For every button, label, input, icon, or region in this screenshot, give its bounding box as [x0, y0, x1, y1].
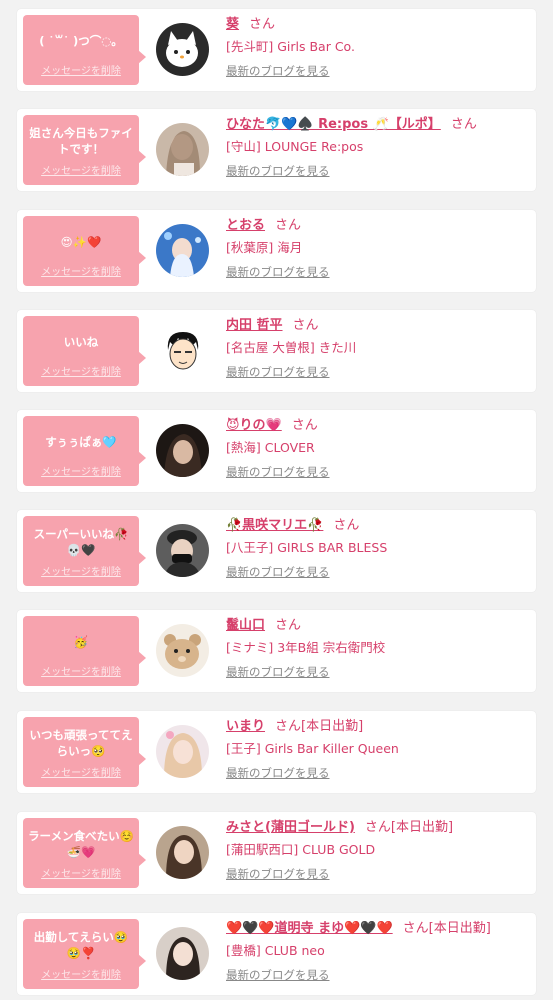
- message-bubble: 😍✨❤️ メッセージを削除: [23, 216, 146, 286]
- avatar[interactable]: [156, 927, 209, 980]
- avatar[interactable]: [156, 424, 209, 477]
- message-text: ( ˙꒳˙ )つ⌒◌。: [39, 34, 123, 48]
- message-bubble: ( ˙꒳˙ )つ⌒◌。 メッセージを削除: [23, 15, 146, 85]
- list-item: 出勤してえらい🥹🥹❣️ メッセージを削除 ❤️🖤❤️道明寺 まゆ❤️🖤❤️ さん[…: [17, 913, 536, 995]
- shop-info: [王子] Girls Bar Killer Queen: [226, 741, 399, 756]
- sender-name[interactable]: ひなた🐬💙♠️ Re:pos 🥂【ルポ】: [226, 117, 441, 132]
- message-list: ( ˙꒳˙ )つ⌒◌。 メッセージを削除 葵さん [先斗町] Girls Bar…: [0, 0, 553, 1000]
- latest-blog-link[interactable]: 最新のブログを見る: [226, 464, 530, 480]
- sender-name[interactable]: ❤️🖤❤️道明寺 まゆ❤️🖤❤️: [226, 921, 393, 936]
- honorific: さん[本日出勤]: [275, 719, 364, 734]
- delete-message-link[interactable]: メッセージを削除: [23, 263, 139, 278]
- honorific: さん: [291, 418, 318, 433]
- latest-blog-link[interactable]: 最新のブログを見る: [226, 163, 530, 179]
- message-text: 出勤してえらい🥹🥹❣️: [33, 930, 129, 960]
- latest-blog-link[interactable]: 最新のブログを見る: [226, 63, 530, 79]
- list-item: ( ˙꒳˙ )つ⌒◌。 メッセージを削除 葵さん [先斗町] Girls Bar…: [17, 9, 536, 91]
- honorific: さん: [275, 218, 302, 233]
- sender-name[interactable]: 🥀黒咲マリエ🥀: [226, 518, 323, 533]
- sender-name[interactable]: とおる: [226, 218, 265, 233]
- shop-info: [ミナミ] 3年B組 宗右衛門校: [226, 640, 386, 655]
- honorific: さん: [292, 318, 319, 333]
- sender-name[interactable]: いまり: [226, 719, 265, 734]
- avatar[interactable]: [156, 524, 209, 577]
- shop-info: [豊橋] CLUB neo: [226, 943, 325, 958]
- delete-message-link[interactable]: メッセージを削除: [23, 663, 139, 678]
- honorific: さん[本日出勤]: [402, 921, 491, 936]
- honorific: さん: [249, 17, 276, 32]
- latest-blog-link[interactable]: 最新のブログを見る: [226, 765, 530, 781]
- latest-blog-link[interactable]: 最新のブログを見る: [226, 264, 530, 280]
- message-bubble: いいね メッセージを削除: [23, 316, 146, 386]
- avatar[interactable]: [156, 23, 209, 76]
- shop-info: [名古屋 大曽根] きた川: [226, 340, 357, 355]
- message-bubble: 姐さん今日もファイトです！ メッセージを削除: [23, 115, 146, 185]
- message-text: すぅぅぱぁ🩵: [45, 435, 117, 449]
- message-text: いつも頑張っててえらいっ🥺: [29, 728, 133, 758]
- message-bubble: いつも頑張っててえらいっ🥺 メッセージを削除: [23, 717, 146, 787]
- delete-message-link[interactable]: メッセージを削除: [23, 865, 139, 880]
- shop-info: [八王子] GIRLS BAR BLESS: [226, 540, 388, 555]
- latest-blog-link[interactable]: 最新のブログを見る: [226, 967, 530, 983]
- list-item: スーパーいいね🥀💀🖤 メッセージを削除 🥀黒咲マリエ🥀 さん [八王子] GIRL…: [17, 510, 536, 592]
- message-bubble: 出勤してえらい🥹🥹❣️ メッセージを削除: [23, 919, 146, 989]
- shop-info: [先斗町] Girls Bar Co.: [226, 39, 355, 54]
- message-bubble: ラーメン食べたい☺️🍜💗 メッセージを削除: [23, 818, 146, 888]
- message-text: 🥳: [73, 635, 89, 649]
- shop-info: [蒲田駅西口] CLUB GOLD: [226, 842, 376, 857]
- latest-blog-link[interactable]: 最新のブログを見る: [226, 664, 530, 680]
- sender-name[interactable]: みさと(蒲田ゴールド): [226, 820, 355, 835]
- avatar[interactable]: [156, 624, 209, 677]
- list-item: ラーメン食べたい☺️🍜💗 メッセージを削除 みさと(蒲田ゴールド) さん[本日出勤…: [17, 812, 536, 894]
- delete-message-link[interactable]: メッセージを削除: [23, 563, 139, 578]
- message-bubble: すぅぅぱぁ🩵 メッセージを削除: [23, 416, 146, 486]
- latest-blog-link[interactable]: 最新のブログを見る: [226, 564, 530, 580]
- message-text: 姐さん今日もファイトです！: [29, 126, 133, 156]
- list-item: すぅぅぱぁ🩵 メッセージを削除 😈りの💗 さん [熱海] CLOVER 最新のブロ…: [17, 410, 536, 492]
- delete-message-link[interactable]: メッセージを削除: [23, 463, 139, 478]
- shop-info: [秋葉原] 海月: [226, 240, 303, 255]
- sender-name[interactable]: 鬣山口: [226, 618, 265, 633]
- message-text: 😍✨❤️: [60, 235, 102, 249]
- honorific: さん: [275, 618, 302, 633]
- message-text: ラーメン食べたい☺️🍜💗: [28, 829, 134, 859]
- avatar[interactable]: [156, 324, 209, 377]
- message-text: いいね: [63, 335, 99, 349]
- avatar[interactable]: [156, 826, 209, 879]
- avatar[interactable]: [156, 224, 209, 277]
- sender-name[interactable]: 内田 哲平: [226, 318, 283, 333]
- avatar[interactable]: [156, 123, 209, 176]
- delete-message-link[interactable]: メッセージを削除: [23, 764, 139, 779]
- message-text: スーパーいいね🥀💀🖤: [33, 527, 129, 557]
- latest-blog-link[interactable]: 最新のブログを見る: [226, 364, 530, 380]
- list-item: いつも頑張っててえらいっ🥺 メッセージを削除 いまり さん[本日出勤] [王子] …: [17, 711, 536, 793]
- shop-info: [守山] LOUNGE Re:pos: [226, 139, 364, 154]
- honorific: さん: [450, 117, 477, 132]
- message-bubble: スーパーいいね🥀💀🖤 メッセージを削除: [23, 516, 146, 586]
- list-item: いいね メッセージを削除 内田 哲平 さん [名古屋 大曽根] きた川 最新のブロ…: [17, 310, 536, 392]
- message-bubble: 🥳 メッセージを削除: [23, 616, 146, 686]
- delete-message-link[interactable]: メッセージを削除: [23, 966, 139, 981]
- delete-message-link[interactable]: メッセージを削除: [23, 363, 139, 378]
- shop-info: [熱海] CLOVER: [226, 440, 315, 455]
- honorific: さん: [333, 518, 360, 533]
- honorific: さん[本日出勤]: [364, 820, 454, 835]
- sender-name[interactable]: 葵: [226, 17, 239, 32]
- latest-blog-link[interactable]: 最新のブログを見る: [226, 866, 530, 882]
- delete-message-link[interactable]: メッセージを削除: [23, 62, 139, 77]
- avatar[interactable]: [156, 725, 209, 778]
- delete-message-link[interactable]: メッセージを削除: [23, 162, 139, 177]
- sender-name[interactable]: 😈りの💗: [226, 418, 282, 433]
- list-item: 🥳 メッセージを削除 鬣山口 さん [ミナミ] 3年B組 宗右衛門校 最新のブログ…: [17, 610, 536, 692]
- list-item: 姐さん今日もファイトです！ メッセージを削除 ひなた🐬💙♠️ Re:pos 🥂【…: [17, 109, 536, 191]
- list-item: 😍✨❤️ メッセージを削除 とおる さん [秋葉原] 海月 最新のブログを見る: [17, 210, 536, 292]
